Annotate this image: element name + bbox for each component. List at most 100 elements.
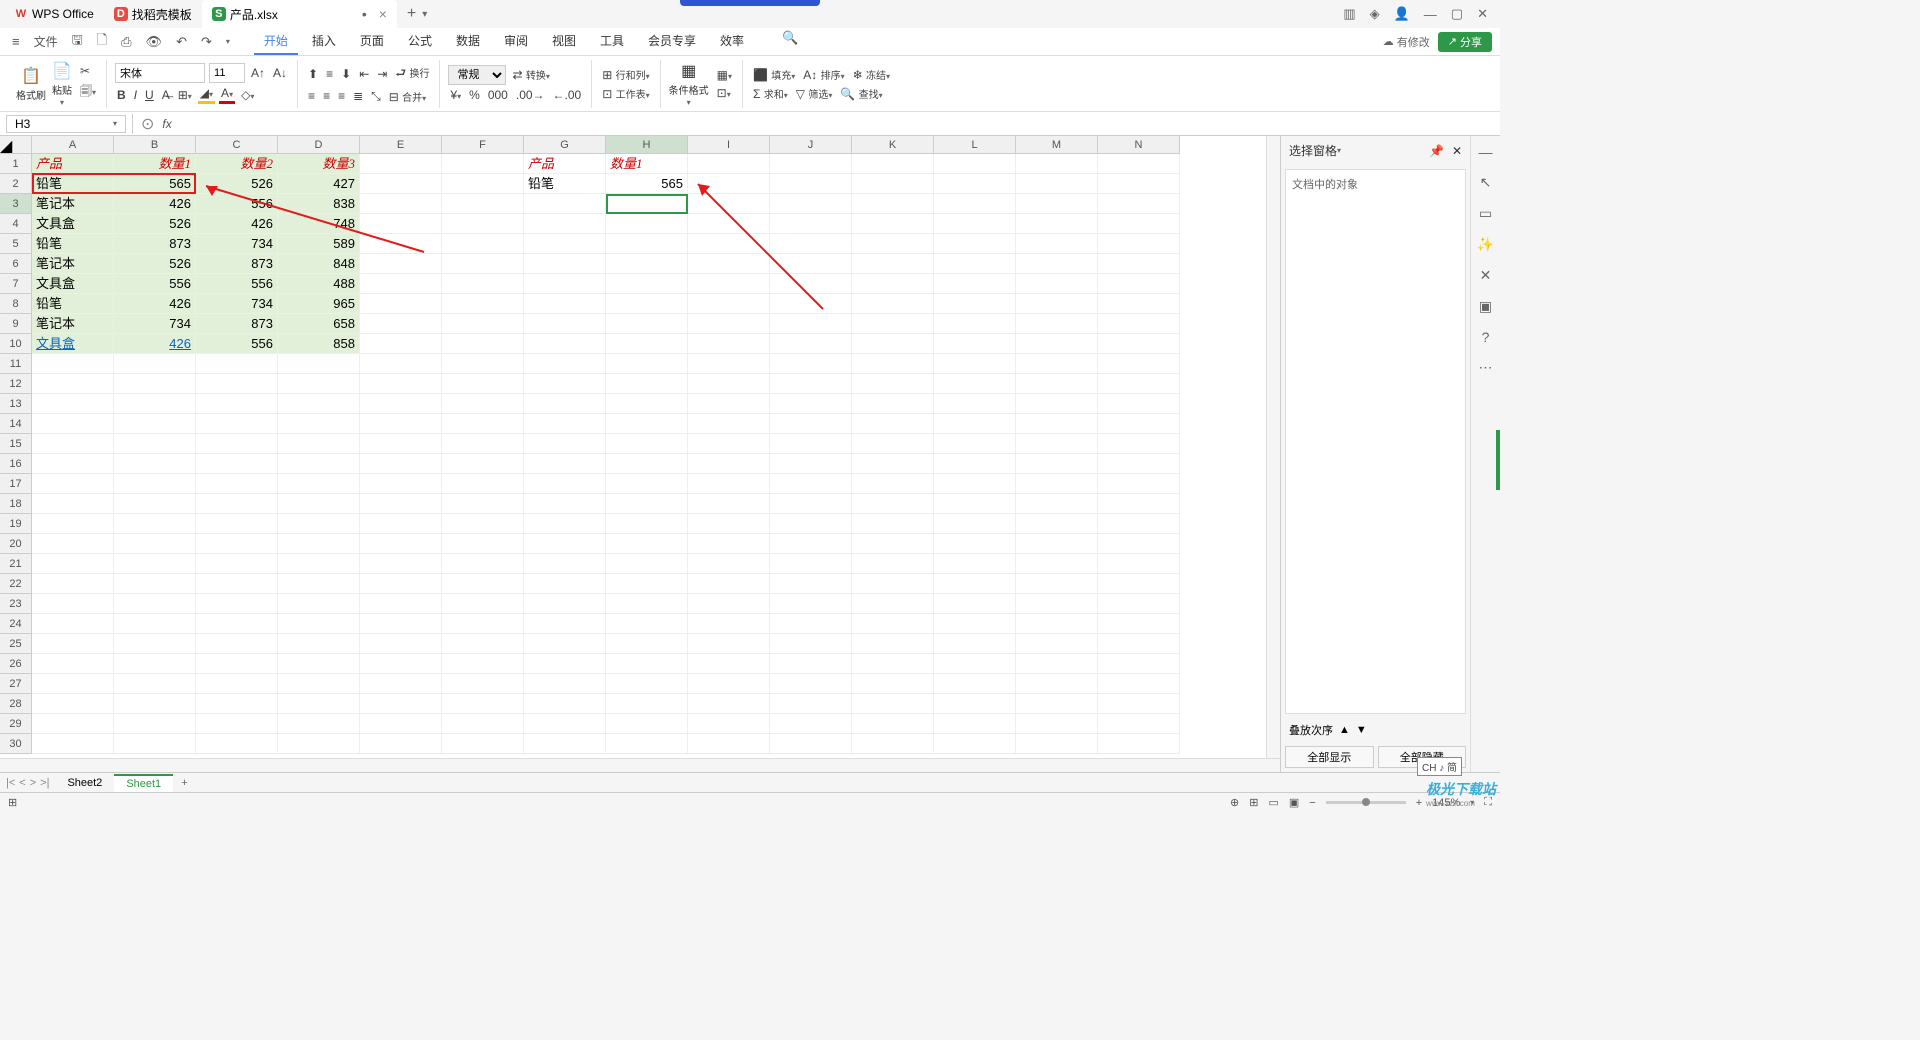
cell-D8[interactable]: 965	[278, 294, 360, 314]
cell-D3[interactable]: 838	[278, 194, 360, 214]
cell-F26[interactable]	[442, 654, 524, 674]
cell-I16[interactable]	[688, 454, 770, 474]
cell-N8[interactable]	[1098, 294, 1180, 314]
cell-F19[interactable]	[442, 514, 524, 534]
cell-C15[interactable]	[196, 434, 278, 454]
cell-H2[interactable]: 565	[606, 174, 688, 194]
percent-icon[interactable]: %	[467, 87, 482, 103]
align-center-icon[interactable]: ≡	[321, 88, 332, 104]
cell-N16[interactable]	[1098, 454, 1180, 474]
clear-format-icon[interactable]: ◇▾	[239, 87, 256, 103]
cell-G25[interactable]	[524, 634, 606, 654]
cell-C22[interactable]	[196, 574, 278, 594]
cell-H11[interactable]	[606, 354, 688, 374]
cell-A6[interactable]: 笔记本	[32, 254, 114, 274]
cell-L3[interactable]	[934, 194, 1016, 214]
cell-M16[interactable]	[1016, 454, 1098, 474]
cell-B3[interactable]: 426	[114, 194, 196, 214]
cell-A7[interactable]: 文具盒	[32, 274, 114, 294]
close-pane-icon[interactable]: ✕	[1452, 144, 1462, 158]
cell-E9[interactable]	[360, 314, 442, 334]
cell-N19[interactable]	[1098, 514, 1180, 534]
move-down-icon[interactable]: ▼	[1356, 724, 1367, 736]
decrease-font-icon[interactable]: A↓	[271, 65, 289, 81]
cell-L9[interactable]	[934, 314, 1016, 334]
worksheet-button[interactable]: ⊡ 工作表▾	[600, 85, 651, 102]
cell-N4[interactable]	[1098, 214, 1180, 234]
cell-H25[interactable]	[606, 634, 688, 654]
move-up-icon[interactable]: ▲	[1339, 724, 1350, 736]
tab-add[interactable]: +	[407, 5, 416, 23]
print-icon[interactable]: ⎙	[117, 32, 135, 52]
cell-N13[interactable]	[1098, 394, 1180, 414]
cell-K11[interactable]	[852, 354, 934, 374]
merge-button[interactable]: ⊟ 合并▾	[387, 88, 428, 105]
cell-K7[interactable]	[852, 274, 934, 294]
cell-I4[interactable]	[688, 214, 770, 234]
row-header-20[interactable]: 20	[0, 534, 32, 554]
cell-I2[interactable]	[688, 174, 770, 194]
cell-J15[interactable]	[770, 434, 852, 454]
cell-L23[interactable]	[934, 594, 1016, 614]
row-header-4[interactable]: 4	[0, 214, 32, 234]
cell-F16[interactable]	[442, 454, 524, 474]
zoom-out-icon[interactable]: −	[1309, 797, 1315, 809]
number-format-select[interactable]: 常规	[448, 65, 506, 85]
italic-icon[interactable]: I	[132, 87, 139, 103]
row-header-3[interactable]: 3	[0, 194, 32, 214]
cell-J26[interactable]	[770, 654, 852, 674]
cell-E8[interactable]	[360, 294, 442, 314]
row-header-28[interactable]: 28	[0, 694, 32, 714]
cell-E14[interactable]	[360, 414, 442, 434]
cell-G4[interactable]	[524, 214, 606, 234]
cell-G8[interactable]	[524, 294, 606, 314]
cell-C13[interactable]	[196, 394, 278, 414]
cell-L27[interactable]	[934, 674, 1016, 694]
cell-M2[interactable]	[1016, 174, 1098, 194]
col-header-L[interactable]: L	[934, 136, 1016, 154]
cell-B11[interactable]	[114, 354, 196, 374]
cell-H16[interactable]	[606, 454, 688, 474]
cell-H23[interactable]	[606, 594, 688, 614]
cell-G24[interactable]	[524, 614, 606, 634]
col-header-C[interactable]: C	[196, 136, 278, 154]
cell-D11[interactable]	[278, 354, 360, 374]
cell-N5[interactable]	[1098, 234, 1180, 254]
cell-I12[interactable]	[688, 374, 770, 394]
cell-L14[interactable]	[934, 414, 1016, 434]
cell-B9[interactable]: 734	[114, 314, 196, 334]
cell-J27[interactable]	[770, 674, 852, 694]
cell-F11[interactable]	[442, 354, 524, 374]
cell-L5[interactable]	[934, 234, 1016, 254]
row-header-29[interactable]: 29	[0, 714, 32, 734]
cell-J1[interactable]	[770, 154, 852, 174]
row-header-18[interactable]: 18	[0, 494, 32, 514]
cell-J3[interactable]	[770, 194, 852, 214]
row-header-26[interactable]: 26	[0, 654, 32, 674]
share-button[interactable]: ↗ 分享	[1438, 32, 1492, 52]
cell-E24[interactable]	[360, 614, 442, 634]
cell-E16[interactable]	[360, 454, 442, 474]
redo-icon[interactable]: ↷	[197, 32, 216, 52]
cell-L22[interactable]	[934, 574, 1016, 594]
format-brush-button[interactable]: 📋格式刷	[16, 66, 46, 102]
align-bot-icon[interactable]: ⬇	[339, 66, 353, 82]
cell-E23[interactable]	[360, 594, 442, 614]
cube-icon[interactable]: ◈	[1370, 6, 1380, 22]
cell-A16[interactable]	[32, 454, 114, 474]
cell-G16[interactable]	[524, 454, 606, 474]
sheet-first-icon[interactable]: |<	[6, 777, 15, 789]
cell-F1[interactable]	[442, 154, 524, 174]
cell-M19[interactable]	[1016, 514, 1098, 534]
cell-L29[interactable]	[934, 714, 1016, 734]
search-icon[interactable]: 🔍	[778, 28, 802, 55]
cell-C2[interactable]: 526	[196, 174, 278, 194]
sheet-tab-2[interactable]: Sheet2	[55, 775, 114, 791]
cell-J6[interactable]	[770, 254, 852, 274]
row-header-12[interactable]: 12	[0, 374, 32, 394]
cell-A30[interactable]	[32, 734, 114, 754]
cell-C21[interactable]	[196, 554, 278, 574]
cell-F9[interactable]	[442, 314, 524, 334]
cell-C29[interactable]	[196, 714, 278, 734]
cell-A10[interactable]: 文具盒	[32, 334, 114, 354]
